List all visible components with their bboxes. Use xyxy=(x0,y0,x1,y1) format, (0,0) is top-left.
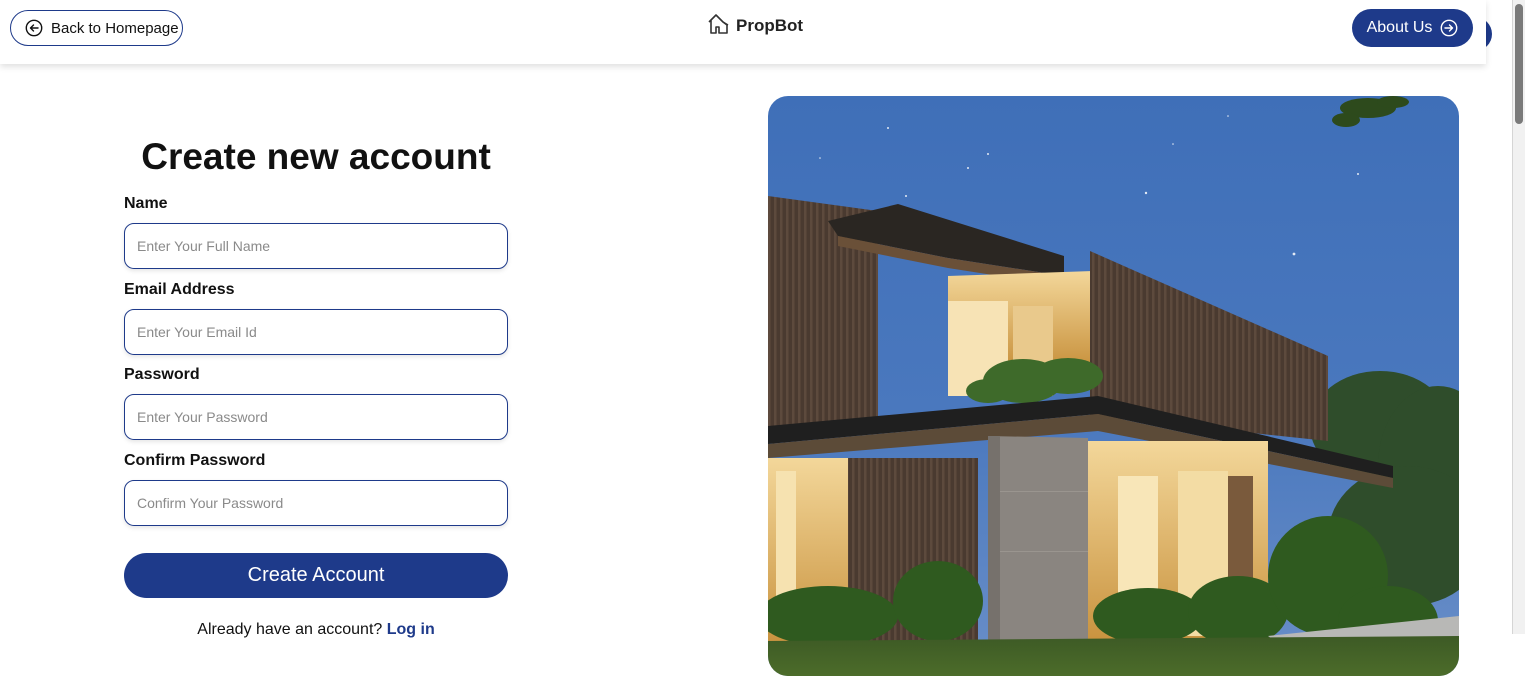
top-header: Back to Homepage PropBot About Us xyxy=(0,0,1486,64)
email-label: Email Address xyxy=(124,281,235,298)
name-input[interactable] xyxy=(124,223,508,269)
brand-logo: PropBot xyxy=(707,13,803,39)
password-input[interactable] xyxy=(124,394,508,440)
back-to-homepage-label: Back to Homepage xyxy=(51,19,179,37)
scrollbar-thumb[interactable] xyxy=(1515,4,1523,124)
create-account-button[interactable]: Create Account xyxy=(124,553,508,598)
name-label: Name xyxy=(124,195,168,212)
confirm-password-label: Confirm Password xyxy=(124,452,266,469)
confirm-password-input[interactable] xyxy=(124,480,508,526)
arrow-right-circle-icon xyxy=(1440,19,1458,37)
about-us-label: About Us xyxy=(1366,19,1433,36)
scrollbar-border xyxy=(1512,0,1513,634)
email-input[interactable] xyxy=(124,309,508,355)
login-prompt-text: Already have an account? xyxy=(197,621,383,638)
password-label: Password xyxy=(124,366,200,383)
page-title: Create new account xyxy=(141,136,491,177)
brand-name: PropBot xyxy=(736,16,804,35)
house-hero-image xyxy=(768,96,1459,676)
back-to-homepage-button[interactable]: Back to Homepage xyxy=(10,10,183,46)
login-link[interactable]: Log in xyxy=(387,621,435,638)
house-icon xyxy=(707,12,730,40)
login-prompt: Already have an account? Log in xyxy=(124,621,508,639)
arrow-left-circle-icon xyxy=(25,19,43,37)
about-us-button[interactable]: About Us xyxy=(1352,9,1473,47)
